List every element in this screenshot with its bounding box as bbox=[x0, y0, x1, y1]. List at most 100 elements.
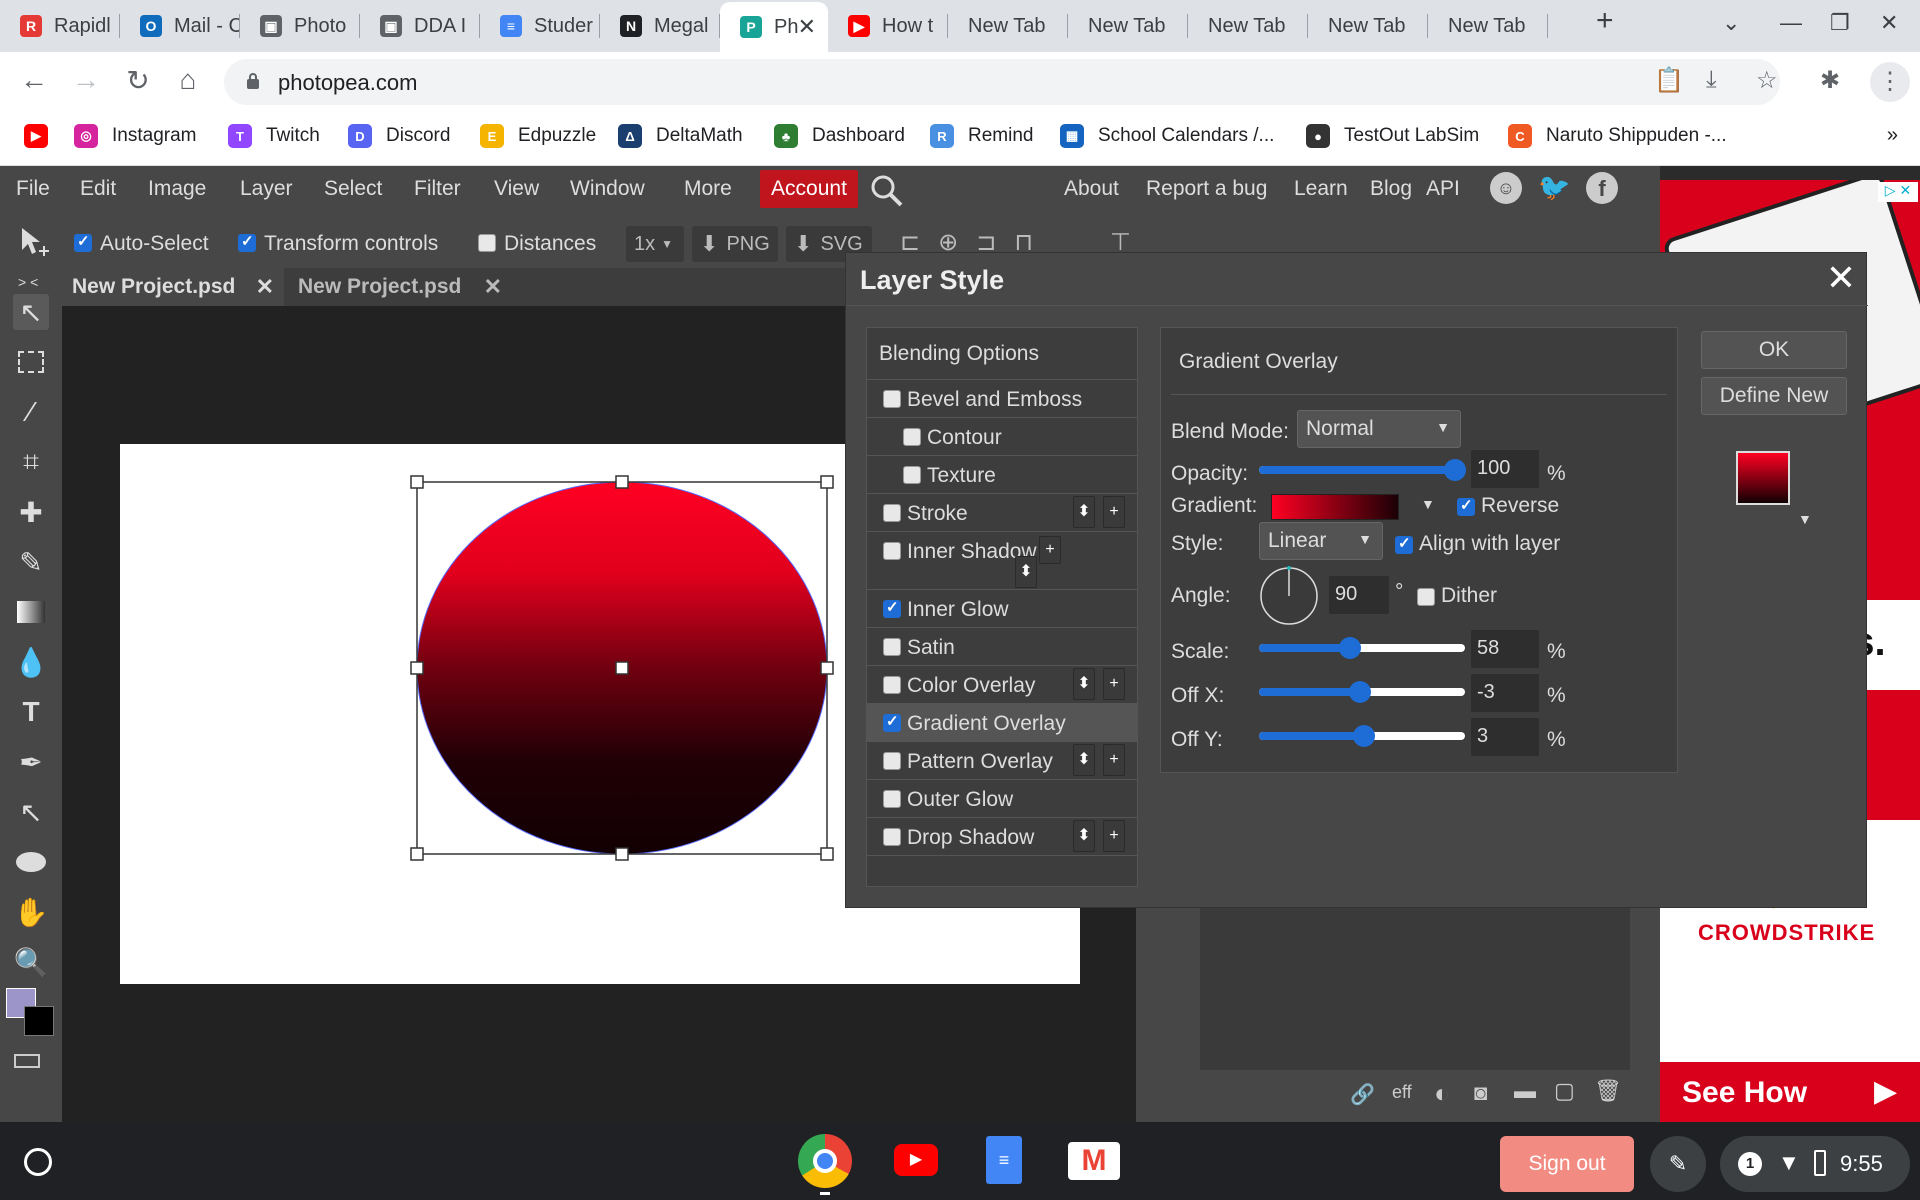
style-item[interactable]: Inner Glow bbox=[867, 590, 1137, 628]
reverse-checkbox[interactable] bbox=[1457, 496, 1475, 516]
menu-select[interactable]: Select bbox=[324, 177, 382, 201]
browser-tab[interactable]: New Tab bbox=[948, 6, 1068, 46]
bookmark-item[interactable]: R Remind bbox=[930, 124, 1033, 148]
browser-tab[interactable]: N Megal bbox=[600, 6, 720, 46]
mask-icon[interactable]: ◙ bbox=[1474, 1080, 1487, 1106]
style-item[interactable]: Color Overlay ⬍ + bbox=[867, 666, 1137, 704]
gmail-icon[interactable]: M bbox=[1068, 1142, 1120, 1180]
zoom-tool-icon[interactable]: 🔍 bbox=[13, 944, 49, 980]
zoom-select[interactable]: 1x ▼ bbox=[626, 226, 684, 262]
healing-brush-icon[interactable]: ✚ bbox=[13, 494, 49, 530]
bookmark-item[interactable]: E Edpuzzle bbox=[480, 124, 596, 148]
new-layer-icon[interactable]: ▢ bbox=[1554, 1078, 1575, 1104]
bookmark-item[interactable]: ◎ Instagram bbox=[74, 124, 196, 148]
style-checkbox[interactable] bbox=[883, 790, 901, 808]
style-checkbox[interactable] bbox=[883, 598, 901, 618]
search-icon[interactable] bbox=[870, 174, 904, 208]
menu-layer[interactable]: Layer bbox=[240, 177, 293, 201]
blur-tool-icon[interactable]: 💧 bbox=[13, 644, 49, 680]
style-item[interactable]: Satin bbox=[867, 628, 1137, 666]
style-item[interactable]: Pattern Overlay ⬍ + bbox=[867, 742, 1137, 780]
style-item[interactable]: Inner Shadow + ⬍ bbox=[867, 532, 1137, 590]
menu-file[interactable]: File bbox=[16, 177, 50, 201]
opacity-input[interactable]: 100 bbox=[1471, 450, 1539, 488]
bookmark-item[interactable]: Δ DeltaMath bbox=[618, 124, 743, 148]
browser-tab[interactable]: New Tab bbox=[1308, 6, 1428, 46]
menu-link[interactable]: Learn bbox=[1294, 177, 1348, 201]
twitter-icon[interactable]: 🐦 bbox=[1538, 172, 1570, 203]
reorder-icon[interactable]: ⬍ bbox=[1073, 820, 1095, 852]
bookmark-item[interactable]: ▦ School Calendars /... bbox=[1060, 124, 1274, 148]
add-instance-icon[interactable]: + bbox=[1103, 496, 1125, 528]
launcher-icon[interactable] bbox=[24, 1148, 52, 1176]
close-icon[interactable]: ✕ bbox=[798, 14, 816, 40]
menu-link[interactable]: API bbox=[1426, 177, 1460, 201]
slider-knob[interactable] bbox=[1353, 725, 1376, 747]
magic-wand-icon[interactable]: ⁄ bbox=[13, 394, 49, 430]
browser-tab[interactable]: P Ph ✕ bbox=[720, 2, 828, 52]
chrome-icon[interactable] bbox=[798, 1134, 852, 1188]
window-close-icon[interactable]: ✕ bbox=[1880, 10, 1898, 36]
gradient-tool-icon[interactable] bbox=[13, 594, 49, 630]
add-instance-icon[interactable]: + bbox=[1103, 668, 1125, 700]
slider-knob[interactable] bbox=[1338, 637, 1361, 659]
menu-link[interactable]: Report a bug bbox=[1146, 177, 1267, 201]
menu-image[interactable]: Image bbox=[148, 177, 206, 201]
style-checkbox[interactable] bbox=[883, 638, 901, 656]
quick-mask-icon[interactable] bbox=[14, 1054, 40, 1068]
tab-search-icon[interactable]: ⌄ bbox=[1722, 10, 1740, 36]
add-instance-icon[interactable]: + bbox=[1103, 820, 1125, 852]
scale-input[interactable]: 58 bbox=[1471, 630, 1539, 668]
hand-tool-icon[interactable]: ✋ bbox=[13, 894, 49, 930]
ok-button[interactable]: OK bbox=[1701, 331, 1847, 369]
browser-tab[interactable]: ▶ How t bbox=[828, 6, 948, 46]
menu-view[interactable]: View bbox=[494, 177, 539, 201]
back-icon[interactable]: ← bbox=[16, 64, 52, 96]
reorder-icon[interactable]: ⬍ bbox=[1073, 496, 1095, 528]
reorder-icon[interactable]: ⬍ bbox=[1073, 744, 1095, 776]
reload-icon[interactable]: ↻ bbox=[120, 64, 156, 97]
distances-checkbox[interactable] bbox=[478, 234, 496, 252]
style-select[interactable]: Linear ▼ bbox=[1259, 522, 1383, 560]
slider-knob[interactable] bbox=[1444, 459, 1466, 481]
dither-checkbox[interactable] bbox=[1417, 588, 1435, 606]
extensions-icon[interactable]: ✱ bbox=[1820, 66, 1840, 95]
gradient-preview[interactable] bbox=[1271, 494, 1399, 520]
style-checkbox[interactable] bbox=[903, 428, 921, 446]
reorder-icon[interactable]: ⬍ bbox=[1015, 556, 1037, 588]
blending-options-item[interactable]: Blending Options bbox=[867, 328, 1137, 380]
install-icon[interactable]: ⤓ bbox=[1706, 66, 1717, 94]
bookmark-item[interactable]: ● TestOut LabSim bbox=[1306, 124, 1479, 148]
more-bookmarks-icon[interactable]: » bbox=[1887, 124, 1898, 147]
transform-controls-checkbox[interactable] bbox=[238, 232, 256, 252]
close-icon[interactable]: ✕ bbox=[256, 274, 274, 300]
slider-knob[interactable] bbox=[1348, 681, 1371, 703]
add-instance-icon[interactable]: + bbox=[1103, 744, 1125, 776]
style-checkbox[interactable] bbox=[883, 712, 901, 732]
browser-tab[interactable]: ▣ DDA I bbox=[360, 6, 480, 46]
brush-tool-icon[interactable]: ✎ bbox=[13, 544, 49, 580]
bookmark-item[interactable]: T Twitch bbox=[228, 124, 320, 148]
export-png-button[interactable]: ⬇ PNG bbox=[692, 226, 778, 262]
define-new-button[interactable]: Define New bbox=[1701, 377, 1847, 415]
offset-y-input[interactable]: 3 bbox=[1471, 718, 1539, 756]
menu-window[interactable]: Window bbox=[570, 177, 645, 201]
align-with-layer-checkbox[interactable] bbox=[1395, 534, 1413, 554]
reddit-icon[interactable]: ☺ bbox=[1490, 172, 1522, 204]
auto-select-checkbox[interactable] bbox=[74, 232, 92, 252]
ad-choices-icon[interactable]: ▷ ✕ bbox=[1878, 182, 1918, 202]
offset-x-slider[interactable] bbox=[1259, 681, 1465, 703]
link-icon[interactable]: 🔗 bbox=[1350, 1082, 1375, 1107]
close-icon[interactable]: ✕ bbox=[1826, 257, 1856, 299]
bookmark-item[interactable]: ▶ bbox=[24, 124, 62, 148]
add-instance-icon[interactable]: + bbox=[1039, 536, 1061, 564]
ad-cta[interactable]: See How ▶ bbox=[1660, 1062, 1920, 1122]
style-checkbox[interactable] bbox=[883, 676, 901, 694]
gradient-picker-icon[interactable]: ▼ bbox=[1421, 496, 1435, 512]
youtube-icon[interactable]: ▶ bbox=[894, 1144, 938, 1176]
trash-icon[interactable]: 🗑 bbox=[1594, 1078, 1622, 1104]
offset-x-input[interactable]: -3 bbox=[1471, 674, 1539, 712]
doc-tab[interactable]: New Project.psd ✕ bbox=[288, 268, 512, 306]
new-tab-button[interactable]: + bbox=[1596, 4, 1614, 38]
browser-tab[interactable]: ≡ Studer bbox=[480, 6, 600, 46]
